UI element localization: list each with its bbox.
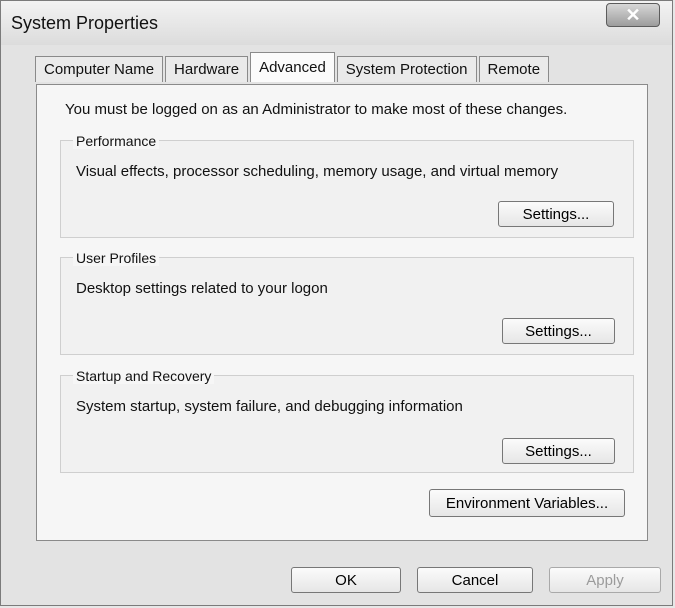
- tab-system-protection[interactable]: System Protection: [336, 56, 477, 82]
- performance-description: Visual effects, processor scheduling, me…: [76, 163, 559, 180]
- startup-recovery-settings-button[interactable]: Settings...: [502, 438, 615, 464]
- system-properties-window: System Properties ✕ Computer Name Hardwa…: [0, 0, 673, 606]
- close-icon: ✕: [625, 4, 641, 25]
- performance-title: Performance: [73, 133, 160, 149]
- tab-computer-name[interactable]: Computer Name: [35, 56, 164, 82]
- ok-button[interactable]: OK: [291, 567, 401, 593]
- user-profiles-description: Desktop settings related to your logon: [76, 280, 328, 297]
- tab-strip: Computer Name Hardware Advanced System P…: [35, 52, 551, 84]
- user-profiles-group: User Profiles Desktop settings related t…: [60, 250, 634, 355]
- apply-button[interactable]: Apply: [549, 567, 661, 593]
- startup-recovery-description: System startup, system failure, and debu…: [76, 398, 463, 415]
- startup-recovery-title: Startup and Recovery: [73, 368, 215, 384]
- advanced-tab-panel: You must be logged on as an Administrato…: [36, 84, 648, 541]
- user-profiles-title: User Profiles: [73, 250, 160, 266]
- user-profiles-settings-button[interactable]: Settings...: [502, 318, 615, 344]
- startup-recovery-group: Startup and Recovery System startup, sys…: [60, 368, 634, 473]
- performance-group: Performance Visual effects, processor sc…: [60, 133, 634, 238]
- tab-advanced[interactable]: Advanced: [250, 52, 335, 82]
- environment-variables-button[interactable]: Environment Variables...: [429, 489, 625, 517]
- tab-hardware[interactable]: Hardware: [165, 56, 249, 82]
- cancel-button[interactable]: Cancel: [417, 567, 533, 593]
- tab-remote[interactable]: Remote: [478, 56, 550, 82]
- performance-settings-button[interactable]: Settings...: [498, 201, 614, 227]
- title-bar[interactable]: System Properties ✕: [1, 1, 672, 45]
- window-title: System Properties: [11, 13, 159, 33]
- close-button[interactable]: ✕: [606, 3, 660, 27]
- admin-note: You must be logged on as an Administrato…: [65, 101, 568, 118]
